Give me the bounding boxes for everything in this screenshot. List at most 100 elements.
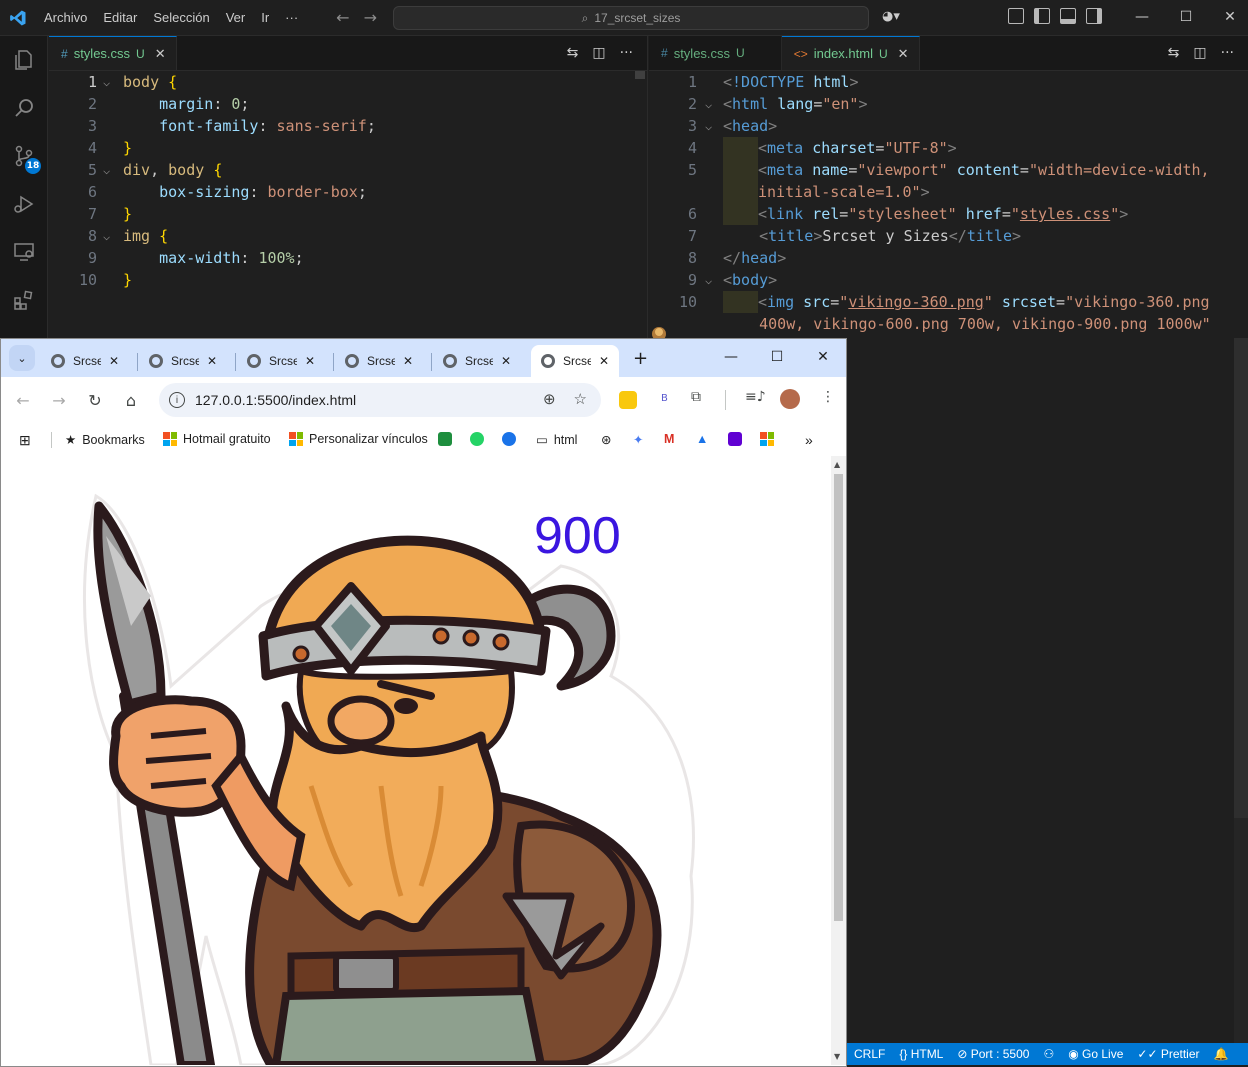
bookmark-gemini-icon[interactable]: ✦ (633, 432, 643, 447)
bookmark-whatsapp-icon[interactable] (470, 432, 484, 446)
overview-ruler[interactable] (633, 71, 647, 338)
accounts-status-icon[interactable]: ⚇ (1036, 1047, 1061, 1061)
command-center-search[interactable]: ⌕ 17_srcset_sizes (393, 6, 869, 30)
bookmark-messenger-icon[interactable] (502, 432, 516, 446)
fold-chevron-icon[interactable]: ⌵ (103, 159, 110, 181)
editor-scrollbar[interactable] (1234, 338, 1248, 1043)
bookmark-folder-html[interactable]: ▭ html (536, 432, 577, 448)
line-ending-status[interactable]: CRLF (847, 1047, 892, 1061)
html-code-editor[interactable]: 1 <!DOCTYPE html> 2 ⌵ <html lang="en"> 3 ⌵ <h… (649, 71, 1248, 335)
prettier-status[interactable]: ✓✓ Prettier (1130, 1047, 1206, 1061)
close-tab-icon[interactable]: ✕ (501, 354, 511, 368)
extension-b-icon[interactable]: B (661, 393, 668, 404)
apps-grid-icon[interactable]: ⊞ (19, 432, 31, 449)
port-status[interactable]: ⊘ Port : 5500 (950, 1047, 1036, 1061)
bookmark-hotmail[interactable]: Hotmail gratuito (163, 432, 271, 446)
fold-chevron-icon[interactable]: ⌵ (103, 71, 110, 93)
menu-archivo[interactable]: Archivo (36, 10, 95, 25)
explorer-icon[interactable] (0, 36, 48, 84)
bookmark-personalizar[interactable]: Personalizar vínculos (289, 432, 428, 446)
reload-icon[interactable]: ↻ (77, 391, 113, 410)
close-tab-icon[interactable]: ✕ (403, 354, 413, 368)
menu-more[interactable]: ··· (277, 10, 306, 25)
close-tab-icon[interactable]: ✕ (109, 354, 119, 368)
bookmark-microsoft-icon[interactable] (760, 432, 774, 446)
menu-ver[interactable]: Ver (218, 10, 254, 25)
forward-arrow-icon[interactable]: → (41, 391, 77, 410)
menu-seleccion[interactable]: Selección (145, 10, 217, 25)
bookmark-drive-icon[interactable]: ▲ (696, 432, 708, 446)
home-icon[interactable]: ⌂ (113, 391, 149, 410)
customize-layout-icon[interactable] (1008, 8, 1024, 24)
close-window-icon[interactable]: ✕ (1208, 0, 1248, 34)
menu-ir[interactable]: Ir (253, 10, 277, 25)
toggle-primary-sidebar-icon[interactable] (1034, 8, 1050, 24)
tab-search-chevron-icon[interactable]: ⌄ (9, 345, 35, 371)
bookmark-chatgpt-icon[interactable]: ⊛ (601, 432, 611, 447)
compare-changes-icon[interactable]: ⇆ (567, 45, 579, 61)
back-arrow-icon[interactable]: ← (336, 8, 349, 27)
new-tab-icon[interactable]: + (633, 348, 648, 369)
more-actions-icon[interactable]: ··· (620, 45, 633, 61)
toggle-panel-icon[interactable] (1060, 8, 1076, 24)
profile-avatar[interactable] (780, 389, 800, 409)
more-bookmarks-icon[interactable]: » (805, 432, 813, 448)
close-tab-icon[interactable]: ✕ (898, 46, 909, 62)
close-tab-icon[interactable]: ✕ (305, 354, 315, 368)
maximize-icon[interactable]: ☐ (754, 339, 800, 375)
compare-changes-icon[interactable]: ⇆ (1168, 45, 1180, 61)
browser-tab[interactable]: Srcse ✕ (433, 345, 521, 377)
page-scrollbar[interactable]: ▲ ▼ (831, 456, 846, 1065)
site-info-icon[interactable]: i (169, 392, 185, 408)
browser-tab[interactable]: Srcse ✕ (41, 345, 129, 377)
close-window-icon[interactable]: ✕ (800, 339, 846, 375)
scroll-down-arrow-icon[interactable]: ▼ (834, 1052, 840, 1061)
zoom-icon[interactable]: ⊕ (543, 390, 556, 408)
bookmark-bookmarks[interactable]: ★ Bookmarks (65, 432, 145, 448)
page-scrollbar-thumb[interactable] (834, 474, 843, 921)
copilot-icon[interactable]: ◕▾ (882, 9, 900, 24)
bookmark-gmail-icon[interactable]: M (664, 432, 674, 446)
close-tab-icon[interactable]: ✕ (599, 354, 609, 368)
run-debug-icon[interactable] (0, 180, 48, 228)
bookmark-mail-icon[interactable] (728, 432, 742, 446)
forward-arrow-icon[interactable]: → (364, 8, 377, 27)
editor-scrollbar-thumb[interactable] (1234, 338, 1248, 818)
browser-tab[interactable]: Srcse ✕ (139, 345, 227, 377)
fold-chevron-icon[interactable]: ⌵ (103, 225, 110, 247)
close-tab-icon[interactable]: ✕ (155, 46, 166, 62)
minimize-icon[interactable]: — (1120, 0, 1164, 34)
tab-styles-css[interactable]: # styles.css U (649, 36, 782, 70)
back-arrow-icon[interactable]: ← (5, 391, 41, 410)
tab-styles-css[interactable]: # styles.css U ✕ (49, 36, 177, 70)
close-tab-icon[interactable]: ✕ (207, 354, 217, 368)
reading-list-icon[interactable]: ≡♪ (745, 389, 766, 405)
extensions-icon[interactable] (0, 276, 48, 324)
fold-chevron-icon[interactable]: ⌵ (705, 115, 712, 137)
css-code-editor[interactable]: 1 ⌵ body { 2 margin: 0; 3 font-family: san… (49, 71, 647, 291)
extensions-puzzle-icon[interactable]: ⧉ (691, 389, 701, 405)
notifications-bell-icon[interactable]: 🔔 (1207, 1047, 1236, 1061)
language-mode-status[interactable]: {} HTML (892, 1047, 950, 1061)
tab-index-html[interactable]: <> index.html U ✕ (781, 36, 920, 70)
address-bar[interactable]: i 127.0.0.1:5500/index.html ⊕ ☆ (159, 383, 601, 417)
bookmark-classroom-icon[interactable] (438, 432, 452, 446)
more-actions-icon[interactable]: ··· (1221, 45, 1234, 61)
fold-chevron-icon[interactable]: ⌵ (705, 93, 712, 115)
minimize-icon[interactable]: — (708, 339, 754, 375)
scroll-up-arrow-icon[interactable]: ▲ (834, 460, 840, 469)
maximize-icon[interactable]: ☐ (1164, 0, 1208, 34)
go-live-button[interactable]: ◉ Go Live (1061, 1047, 1130, 1061)
bookmark-star-icon[interactable]: ☆ (574, 390, 587, 408)
split-editor-icon[interactable]: ◫ (1193, 45, 1206, 61)
toggle-secondary-sidebar-icon[interactable] (1086, 8, 1102, 24)
chrome-menu-icon[interactable]: ⋮ (821, 389, 835, 405)
search-icon[interactable] (0, 84, 48, 132)
split-editor-icon[interactable]: ◫ (592, 45, 605, 61)
browser-tab[interactable]: Srcse ✕ (335, 345, 423, 377)
menu-editar[interactable]: Editar (95, 10, 145, 25)
remote-explorer-icon[interactable] (0, 228, 48, 276)
source-control-icon[interactable]: 18 (0, 132, 48, 180)
extension-keep-icon[interactable] (619, 391, 637, 409)
browser-tab[interactable]: Srcse ✕ (237, 345, 325, 377)
